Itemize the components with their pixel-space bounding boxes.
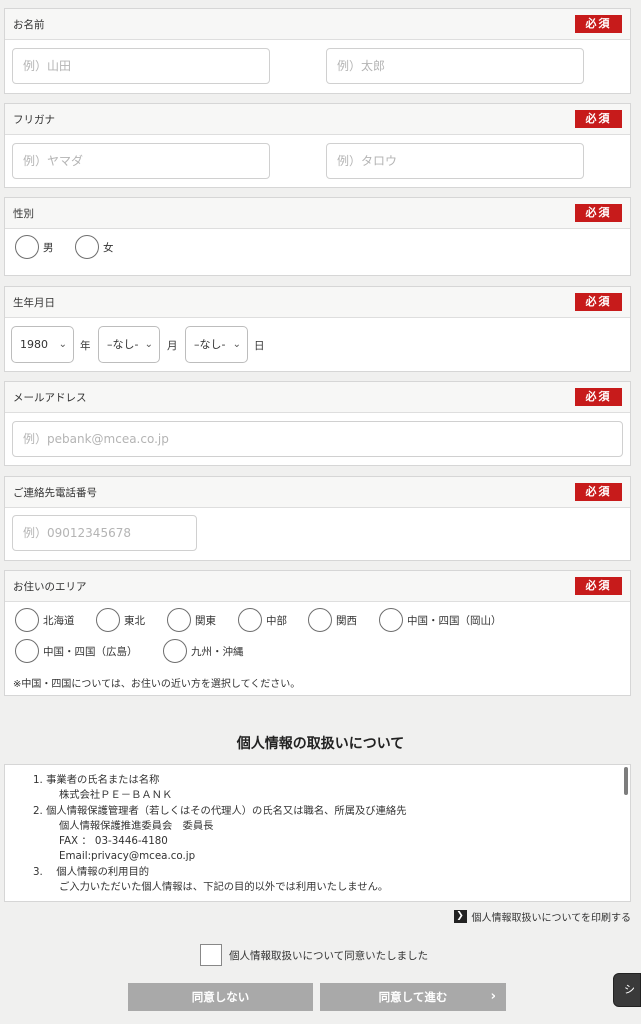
- phone-section: ご連絡先電話番号 必須: [4, 476, 631, 561]
- section-header: フリガナ 必須: [5, 104, 630, 135]
- radio-label: 中部: [266, 614, 287, 627]
- radio-circle[interactable]: [167, 608, 191, 632]
- area-radio-hokkaido[interactable]: 北海道: [15, 608, 75, 632]
- radio-circle[interactable]: [96, 608, 120, 632]
- radio-label: 男: [43, 241, 54, 254]
- radio-circle[interactable]: [15, 235, 39, 259]
- privacy-line: 1. 事業者の氏名または名称: [33, 774, 160, 786]
- print-privacy-link[interactable]: ❯ 個人情報取扱いについてを印刷する: [453, 909, 632, 924]
- section-title: フリガナ: [13, 114, 55, 126]
- section-header: 生年月日 必須: [5, 287, 630, 318]
- chevron-right-icon: ›: [490, 989, 496, 1004]
- section-header: 性別 必須: [5, 198, 630, 229]
- required-badge: 必須: [575, 483, 622, 501]
- section-header: お住いのエリア 必須: [5, 571, 630, 602]
- gender-radio-male[interactable]: 男: [15, 235, 54, 259]
- section-title: お名前: [13, 19, 45, 31]
- chevron-down-icon: ⌄: [144, 339, 153, 350]
- email-field[interactable]: [12, 421, 623, 457]
- month-unit: 月: [167, 340, 178, 352]
- day-unit: 日: [254, 340, 265, 352]
- last-name-input[interactable]: [12, 48, 270, 84]
- required-badge: 必須: [575, 293, 622, 311]
- chevron-right-icon: ❯: [453, 910, 467, 923]
- area-radio-chugoku-okayama[interactable]: 中国・四国（岡山）: [379, 608, 502, 632]
- required-badge: 必須: [575, 110, 622, 128]
- radio-label: 中国・四国（広島）: [43, 645, 138, 658]
- section-title: 性別: [13, 208, 34, 220]
- chevron-down-icon: ⌄: [232, 339, 241, 350]
- selected-value: –なし-: [194, 338, 226, 351]
- radio-label: 東北: [124, 614, 145, 627]
- birth-day-select[interactable]: –なし- ⌄: [185, 326, 248, 363]
- privacy-line: 3. 個人情報の利用目的: [33, 865, 150, 878]
- radio-label: 関東: [195, 614, 216, 627]
- privacy-text-box[interactable]: 1. 事業者の氏名または名称 株式会社ＰＥ－ＢＡＮＫ 2. 個人情報保護管理者（…: [4, 764, 631, 902]
- radio-circle[interactable]: [238, 608, 262, 632]
- section-title: メールアドレス: [13, 392, 87, 404]
- agree-checkbox[interactable]: [200, 944, 222, 966]
- area-radio-tohoku[interactable]: 東北: [96, 608, 145, 632]
- selected-value: –なし-: [107, 338, 139, 351]
- radio-circle[interactable]: [163, 639, 187, 663]
- section-header: メールアドレス 必須: [5, 382, 630, 413]
- section-title: ご連絡先電話番号: [13, 487, 97, 499]
- privacy-title: 個人情報の取扱いについて: [236, 736, 405, 752]
- floating-button[interactable]: シ: [613, 973, 641, 1007]
- required-badge: 必須: [575, 204, 622, 222]
- area-radio-chugoku-hiroshima[interactable]: 中国・四国（広島）: [15, 639, 138, 663]
- email-section: メールアドレス 必須: [4, 381, 631, 466]
- phone-field[interactable]: [12, 515, 197, 551]
- area-section: お住いのエリア 必須 北海道 東北 関東 中部 関西 中国・四国（岡山） 中国・…: [4, 570, 631, 696]
- section-title: お住いのエリア: [13, 581, 87, 593]
- agree-next-button[interactable]: 同意して進む ›: [320, 983, 506, 1011]
- radio-label: 関西: [336, 614, 357, 627]
- privacy-line: 株式会社ＰＥ－ＢＡＮＫ: [59, 789, 173, 802]
- birthdate-section: 生年月日 必須 1980 ⌄ 年 –なし- ⌄ 月 –なし- ⌄ 日: [4, 286, 631, 372]
- radio-label: 九州・沖縄: [191, 645, 244, 658]
- radio-circle[interactable]: [15, 639, 39, 663]
- first-name-input[interactable]: [326, 48, 584, 84]
- privacy-line: FAX ： 03-3446-4180: [59, 835, 168, 848]
- area-radio-kansai[interactable]: 関西: [308, 608, 357, 632]
- radio-circle[interactable]: [308, 608, 332, 632]
- year-unit: 年: [80, 340, 91, 352]
- last-name-kana-input[interactable]: [12, 143, 270, 179]
- radio-circle[interactable]: [15, 608, 39, 632]
- radio-label: 女: [103, 241, 114, 254]
- required-badge: 必須: [575, 388, 622, 406]
- area-radio-chubu[interactable]: 中部: [238, 608, 287, 632]
- section-header: お名前 必須: [5, 9, 630, 40]
- name-section: お名前 必須: [4, 8, 631, 94]
- scrollbar[interactable]: [624, 767, 628, 795]
- selected-value: 1980: [20, 338, 48, 351]
- first-name-kana-input[interactable]: [326, 143, 584, 179]
- disagree-button[interactable]: 同意しない: [128, 983, 313, 1011]
- privacy-line: 個人情報保護推進委員会 委員長: [59, 819, 214, 832]
- furigana-section: フリガナ 必須: [4, 103, 631, 188]
- gender-radio-female[interactable]: 女: [75, 235, 114, 259]
- privacy-line: ご入力いただいた個人情報は、下記の目的以外では利用いたしません。: [59, 881, 389, 894]
- area-radio-kanto[interactable]: 関東: [167, 608, 216, 632]
- section-header: ご連絡先電話番号 必須: [5, 477, 630, 508]
- agree-label: 個人情報取扱いについて同意いたしました: [229, 950, 429, 962]
- print-link-label: 個人情報取扱いについてを印刷する: [471, 913, 632, 924]
- area-note: ※中国・四国については、お住いの近い方を選択してください。: [13, 679, 301, 690]
- area-radio-kyushu-okinawa[interactable]: 九州・沖縄: [163, 639, 244, 663]
- radio-label: 北海道: [43, 614, 75, 627]
- required-badge: 必須: [575, 577, 622, 595]
- radio-circle[interactable]: [379, 608, 403, 632]
- privacy-line: Email:privacy@mcea.co.jp: [59, 850, 196, 863]
- gender-section: 性別 必須 男 女: [4, 197, 631, 276]
- section-title: 生年月日: [13, 297, 55, 309]
- privacy-line: 2. 個人情報保護管理者（若しくはその代理人）の氏名又は職名、所属及び連絡先: [33, 804, 407, 817]
- button-label: 同意しない: [191, 990, 250, 1004]
- radio-label: 中国・四国（岡山）: [407, 614, 502, 627]
- birth-month-select[interactable]: –なし- ⌄: [98, 326, 160, 363]
- birth-year-select[interactable]: 1980 ⌄: [11, 326, 74, 363]
- chevron-down-icon: ⌄: [58, 339, 67, 350]
- radio-circle[interactable]: [75, 235, 99, 259]
- button-label: 同意して進む: [378, 990, 448, 1004]
- required-badge: 必須: [575, 15, 622, 33]
